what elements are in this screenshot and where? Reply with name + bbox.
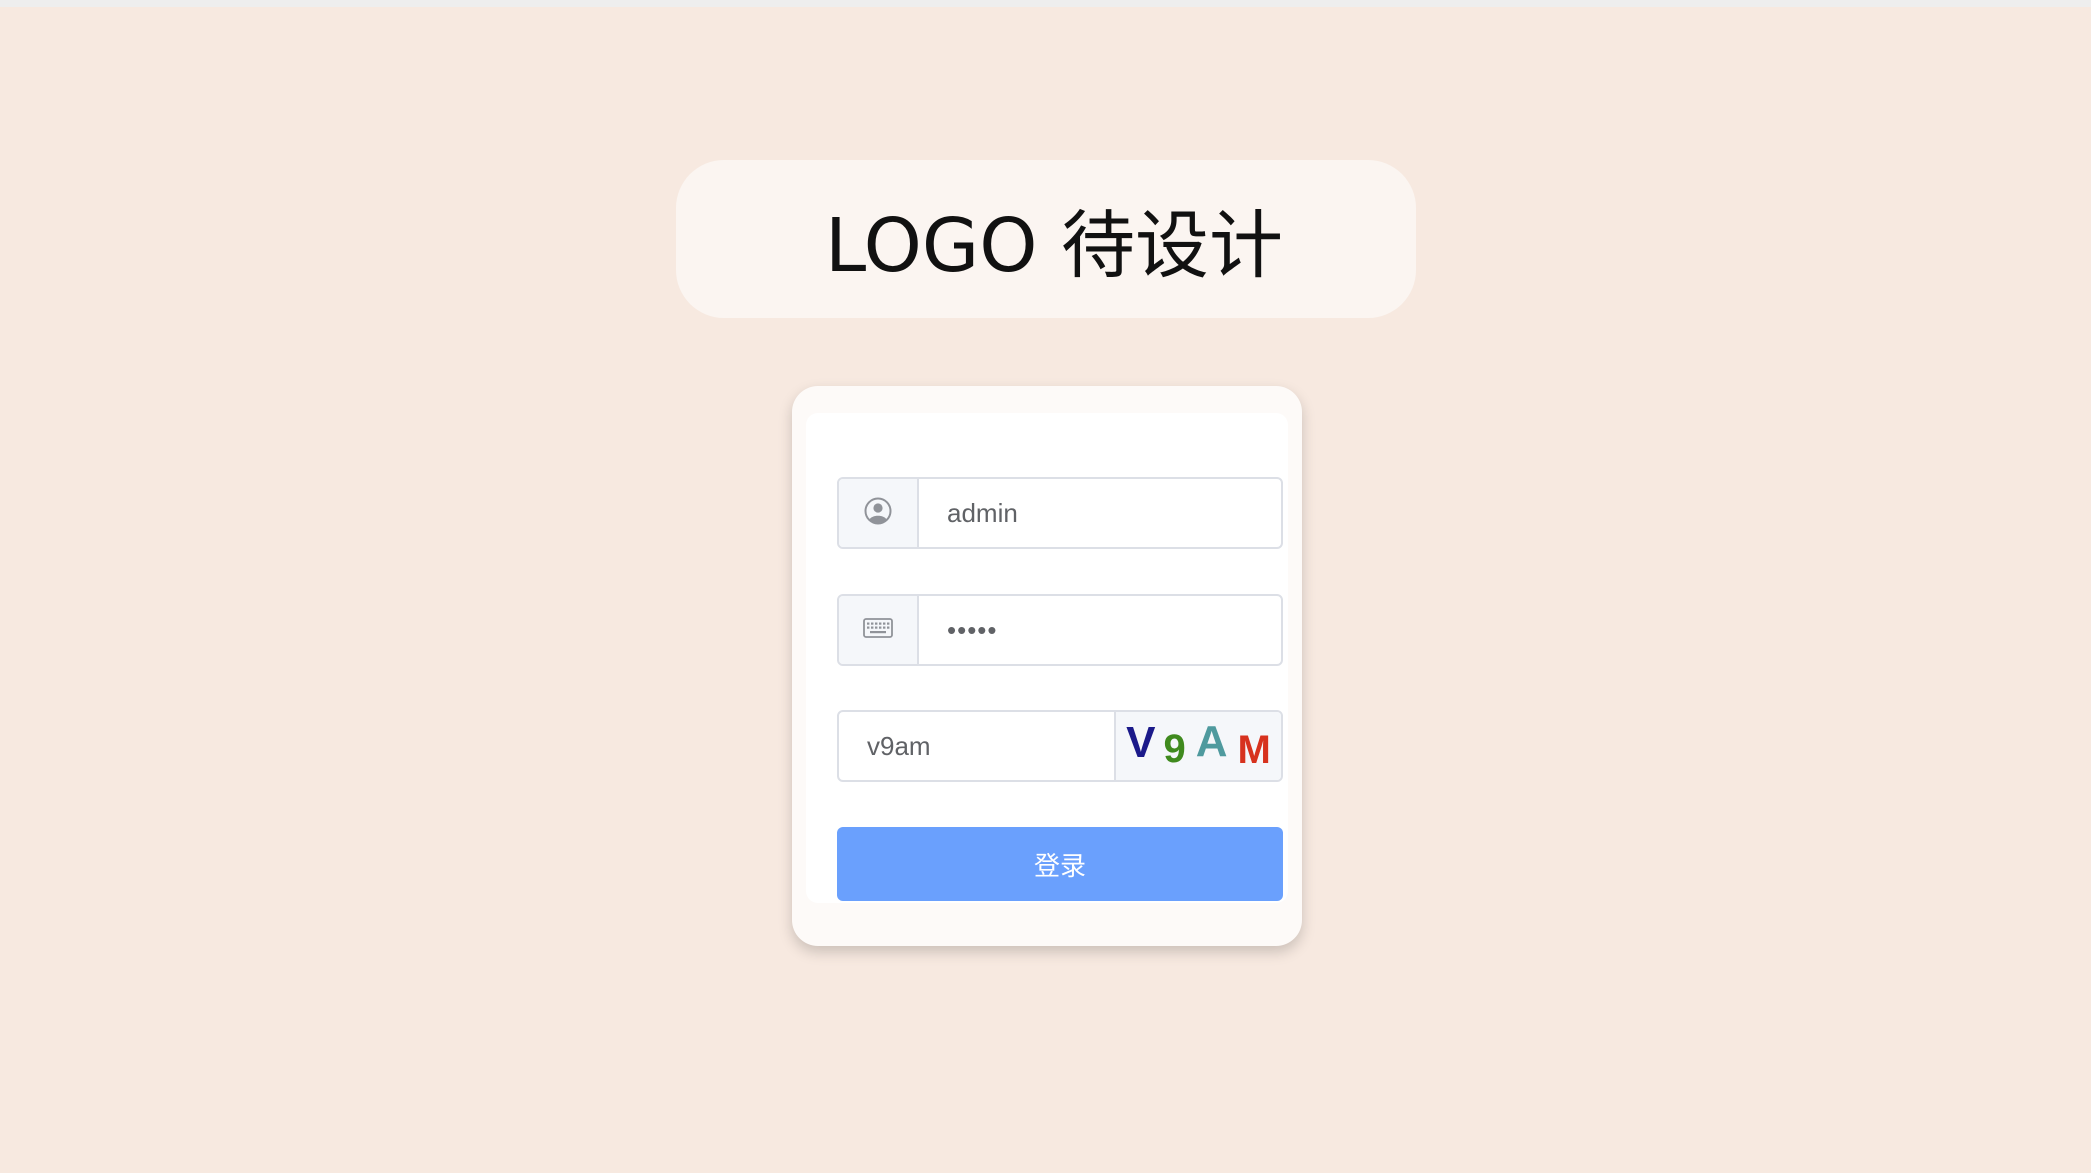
- username-input[interactable]: [919, 479, 1281, 547]
- captcha-char: A: [1195, 717, 1228, 766]
- username-field: [837, 477, 1283, 549]
- logo-text: LOGO 待设计: [825, 202, 1283, 289]
- keyboard-icon: [863, 617, 893, 644]
- captcha-char: V: [1126, 718, 1156, 767]
- captcha-char: M: [1237, 727, 1271, 772]
- captcha-field: V 9 A M: [837, 710, 1283, 782]
- captcha-char: 9: [1163, 726, 1186, 771]
- password-field: [837, 594, 1283, 666]
- login-form: V 9 A M 登录: [806, 413, 1288, 903]
- login-card: V 9 A M 登录: [792, 386, 1302, 946]
- captcha-image[interactable]: V 9 A M: [1114, 712, 1281, 780]
- user-circle-icon: [864, 497, 892, 530]
- login-button[interactable]: 登录: [837, 827, 1283, 901]
- top-strip: [0, 0, 2091, 7]
- username-prepend: [839, 479, 919, 547]
- logo-banner: LOGO 待设计: [676, 160, 1416, 318]
- password-input[interactable]: [919, 596, 1281, 664]
- password-prepend: [839, 596, 919, 664]
- captcha-input[interactable]: [839, 712, 1114, 780]
